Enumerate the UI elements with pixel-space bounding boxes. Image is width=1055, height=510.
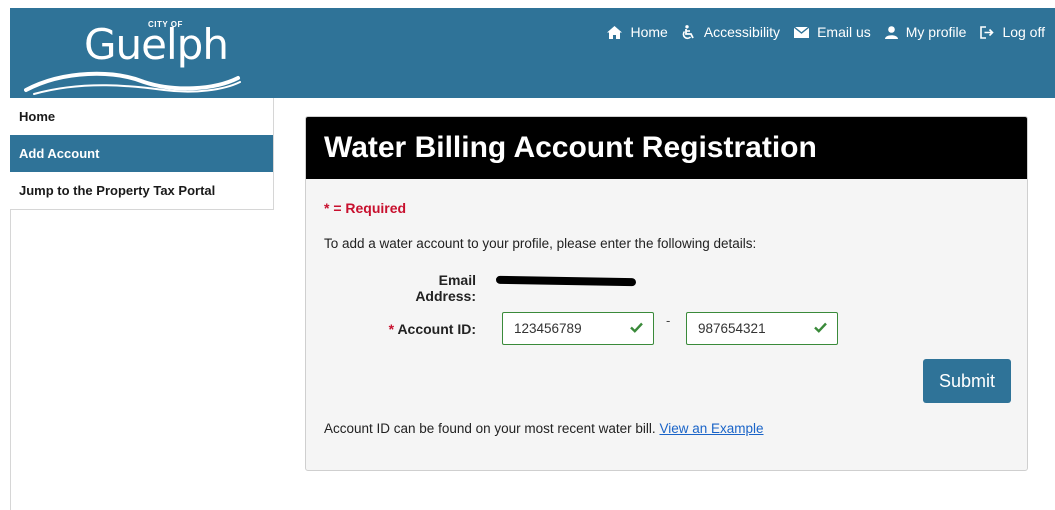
email-address-label: Email Address: (415, 272, 476, 304)
guelph-logo[interactable]: CITY OF Guelph (24, 14, 244, 96)
sidebar-item-add-account[interactable]: Add Account (10, 135, 273, 172)
registration-panel: Water Billing Account Registration * = R… (305, 116, 1028, 471)
submit-button[interactable]: Submit (923, 359, 1011, 403)
required-asterisk: * (388, 321, 395, 337)
email-address-redacted (495, 275, 637, 287)
nav-email-us[interactable]: Email us (794, 24, 871, 40)
nav-log-off[interactable]: Log off (980, 24, 1045, 40)
account-id-part1-input[interactable]: 123456789 (502, 312, 654, 345)
sidebar-item-property-tax-portal[interactable]: Jump to the Property Tax Portal (10, 172, 273, 209)
page-title: Water Billing Account Registration (306, 117, 1027, 179)
instruction-text: To add a water account to your profile, … (324, 236, 757, 251)
nav-my-profile[interactable]: My profile (884, 24, 967, 40)
envelope-icon (794, 26, 810, 38)
nav-my-profile-label: My profile (905, 24, 967, 40)
required-note: * = Required (324, 200, 407, 216)
logo-swoosh-icon (24, 71, 241, 95)
home-icon (607, 25, 623, 39)
account-id-part2-value: 987654321 (698, 321, 766, 336)
left-divider (10, 209, 11, 510)
valid-check-icon (814, 322, 827, 333)
wheelchair-icon (682, 24, 694, 39)
account-id-help: Account ID can be found on your most rec… (324, 421, 764, 436)
account-id-part1-value: 123456789 (514, 321, 582, 336)
nav-accessibility[interactable]: Accessibility (682, 24, 780, 40)
user-icon (884, 25, 898, 39)
account-id-part2-input[interactable]: 987654321 (686, 312, 838, 345)
view-example-link[interactable]: View an Example (659, 421, 763, 436)
site-header: CITY OF Guelph Home Accessibility Email … (10, 8, 1055, 98)
nav-email-us-label: Email us (817, 24, 871, 40)
account-id-help-text: Account ID can be found on your most rec… (324, 421, 656, 436)
nav-accessibility-label: Accessibility (703, 24, 781, 40)
sidebar-item-home[interactable]: Home (10, 98, 273, 135)
nav-log-off-label: Log off (1002, 24, 1045, 40)
sidebar-menu: Home Add Account Jump to the Property Ta… (10, 98, 274, 210)
nav-home-label: Home (630, 24, 668, 40)
account-id-label: * Account ID: (356, 321, 476, 337)
account-id-separator: - (666, 313, 671, 328)
logout-icon (980, 25, 995, 39)
account-id-label-text: Account ID: (397, 321, 476, 337)
valid-check-icon (630, 322, 643, 333)
nav-home[interactable]: Home (607, 24, 668, 40)
top-navigation: Home Accessibility Email us My profile L… (607, 24, 1045, 40)
